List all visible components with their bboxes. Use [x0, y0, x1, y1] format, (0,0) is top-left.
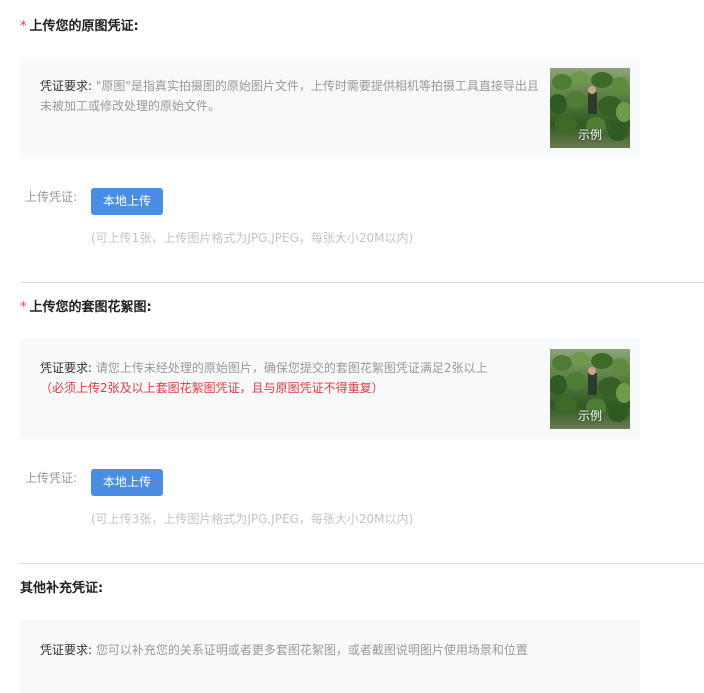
- requirement-box-behind-scenes: 凭证要求: 请您上传未经处理的原始图片，确保您提交的套图花絮图凭证满足2张以上 （…: [20, 339, 640, 439]
- upload-hint: (可上传3张，上传图片格式为JPG,JPEG，每张大小20M以内): [91, 512, 414, 526]
- section-title-text: 其他补充凭证:: [20, 581, 104, 596]
- section-title-other: 其他补充凭证:: [20, 581, 103, 597]
- section-title-original: * 上传您的原图凭证:: [20, 19, 139, 35]
- requirement-body: 您可以补充您的关系证明或者更多套图花絮图，或者截图说明图片使用场景和位置: [92, 643, 528, 657]
- upload-label: 上传凭证:: [25, 190, 78, 204]
- upload-label: 上传凭证:: [25, 471, 78, 485]
- local-upload-button[interactable]: 本地上传: [91, 469, 163, 496]
- requirement-warning: （必须上传2张及以上套图花絮图凭证，且与原图凭证不得重复）: [40, 381, 384, 395]
- requirement-label: 凭证要求:: [40, 361, 93, 375]
- required-mark: *: [20, 300, 27, 315]
- example-label: 示例: [577, 128, 602, 142]
- divider: [20, 282, 704, 283]
- local-upload-button[interactable]: 本地上传: [91, 188, 163, 215]
- example-label: 示例: [577, 409, 602, 423]
- example-image[interactable]: 示例: [550, 349, 630, 429]
- section-title-text: 上传您的原图凭证:: [29, 19, 139, 34]
- example-image[interactable]: 示例: [550, 68, 630, 148]
- requirement-text: 凭证要求: "原图"是指真实拍摄图的原始图片文件，上传时需要提供相机等拍摄工具直…: [40, 76, 542, 116]
- requirement-body: "原图"是指真实拍摄图的原始图片文件，上传时需要提供相机等拍摄工具直接导出且未被…: [40, 79, 539, 113]
- section-title-behind-scenes: * 上传您的套图花絮图:: [20, 300, 152, 316]
- upload-hint: (可上传1张，上传图片格式为JPG,JPEG，每张大小20M以内): [91, 231, 414, 245]
- requirement-box-original: 凭证要求: "原图"是指真实拍摄图的原始图片文件，上传时需要提供相机等拍摄工具直…: [20, 58, 640, 158]
- requirement-box-other: 凭证要求: 您可以补充您的关系证明或者更多套图花絮图，或者截图说明图片使用场景和…: [20, 620, 640, 693]
- requirement-label: 凭证要求:: [40, 643, 93, 657]
- section-title-text: 上传您的套图花絮图:: [29, 300, 152, 315]
- requirement-text: 凭证要求: 您可以补充您的关系证明或者更多套图花絮图，或者截图说明图片使用场景和…: [40, 640, 540, 660]
- requirement-body: 请您上传未经处理的原始图片，确保您提交的套图花絮图凭证满足2张以上: [92, 361, 488, 375]
- required-mark: *: [20, 19, 27, 34]
- requirement-text: 凭证要求: 请您上传未经处理的原始图片，确保您提交的套图花絮图凭证满足2张以上 （…: [40, 358, 545, 398]
- divider: [20, 563, 704, 564]
- requirement-label: 凭证要求:: [40, 79, 93, 93]
